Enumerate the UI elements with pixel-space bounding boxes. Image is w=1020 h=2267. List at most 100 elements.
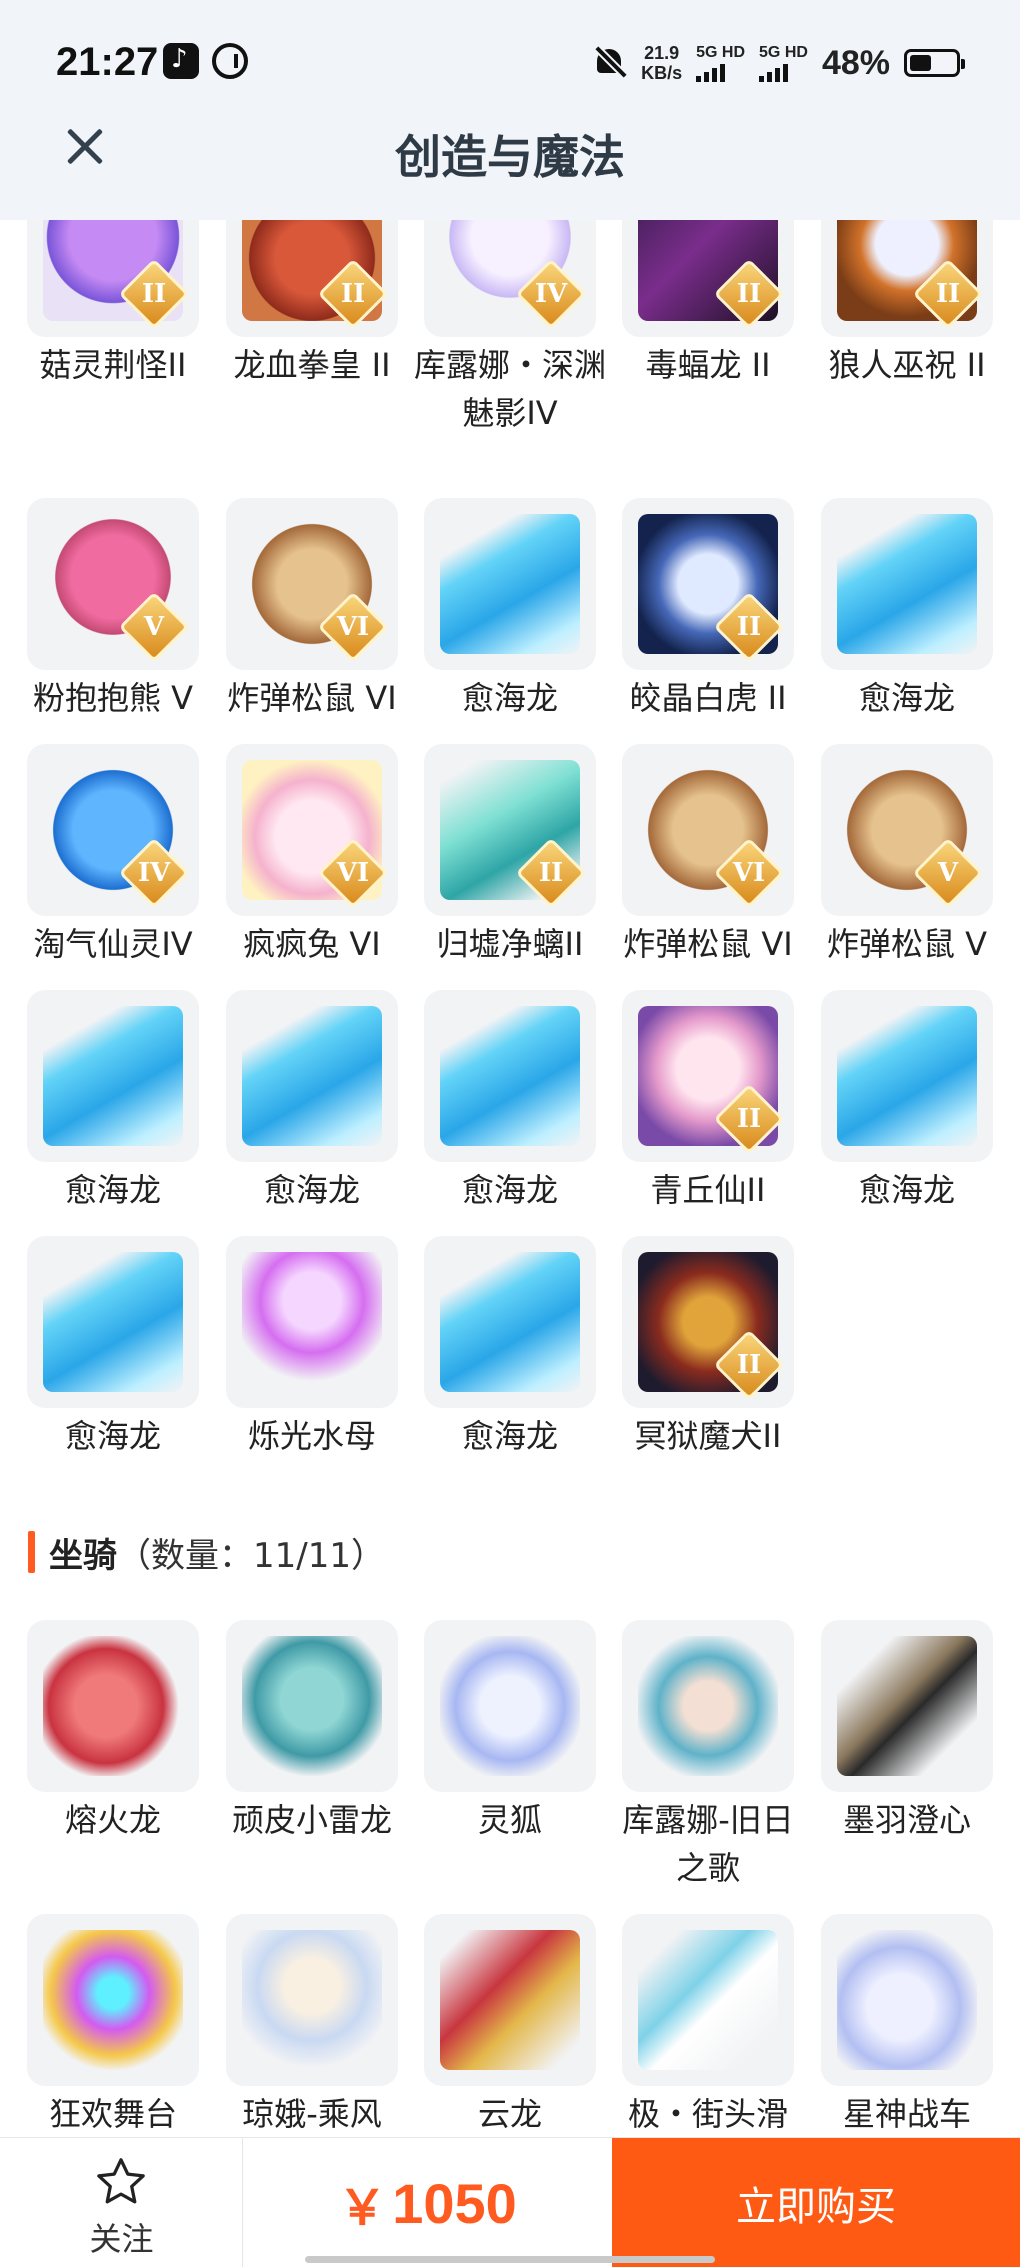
level-badge-text: VI bbox=[336, 858, 370, 888]
level-badge-text: II bbox=[736, 1104, 762, 1134]
item-thumbnail: IV bbox=[27, 744, 199, 916]
item-image bbox=[43, 1252, 183, 1392]
item-thumbnail: II bbox=[226, 220, 398, 337]
item-thumbnail: II bbox=[821, 220, 993, 337]
pet-item[interactable]: II 冥狱魔犬II bbox=[622, 1236, 794, 1460]
item-name: 愈海龙 bbox=[858, 679, 955, 717]
mount-item[interactable]: 顽皮小雷龙 bbox=[226, 1620, 398, 1844]
item-name: 愈海龙 bbox=[263, 1171, 360, 1209]
section-header-mounts: 坐骑 （数量：11/11） bbox=[28, 1530, 385, 1576]
currency-symbol: ￥ bbox=[338, 2182, 387, 2235]
item-image bbox=[440, 1006, 580, 1146]
item-thumbnail: II bbox=[622, 990, 794, 1162]
item-thumbnail bbox=[821, 990, 993, 1162]
item-name: 顽皮小雷龙 bbox=[231, 1801, 392, 1839]
net-speed: 21.9 KB/s bbox=[641, 43, 682, 83]
item-name: 库露娜-旧日之歌 bbox=[622, 1801, 794, 1887]
item-name: 星神战车 bbox=[842, 2095, 971, 2133]
mount-item[interactable]: 琼娥-乘风 bbox=[226, 1914, 398, 2137]
pet-item[interactable]: II 归墟净螭II bbox=[424, 744, 596, 968]
item-thumbnail bbox=[622, 1620, 794, 1792]
item-thumbnail bbox=[27, 990, 199, 1162]
pet-item[interactable]: 愈海龙 bbox=[424, 1236, 596, 1460]
level-badge-text: V bbox=[143, 612, 165, 642]
pet-item[interactable]: 愈海龙 bbox=[821, 990, 993, 1214]
signal-sim2: 5G HD bbox=[759, 44, 808, 82]
item-image bbox=[440, 514, 580, 654]
pet-item[interactable]: 烁光水母 bbox=[226, 1236, 398, 1460]
item-name: 菇灵荆怪II bbox=[39, 346, 187, 384]
item-image bbox=[242, 1930, 382, 2070]
tiktok-icon bbox=[163, 43, 199, 79]
item-image bbox=[242, 1006, 382, 1146]
level-badge-text: IV bbox=[534, 279, 568, 309]
section-accent-bar bbox=[28, 1531, 35, 1573]
pet-item[interactable]: VI 炸弹松鼠 VI bbox=[226, 498, 398, 722]
pet-item[interactable]: VI 疯疯兔 VI bbox=[226, 744, 398, 968]
item-name: 极・街头滑 bbox=[627, 2095, 788, 2133]
pet-item[interactable]: II 青丘仙II bbox=[622, 990, 794, 1214]
pet-item[interactable]: II 毒蝠龙 II bbox=[622, 220, 794, 389]
mount-item[interactable]: 熔火龙 bbox=[27, 1620, 199, 1844]
pet-item[interactable]: II 皎晶白虎 II bbox=[622, 498, 794, 722]
item-name: 愈海龙 bbox=[858, 1171, 955, 1209]
item-image bbox=[43, 1006, 183, 1146]
item-thumbnail: V bbox=[821, 744, 993, 916]
item-name: 炸弹松鼠 VI bbox=[227, 679, 397, 717]
item-name: 炸弹松鼠 V bbox=[826, 925, 988, 963]
mount-item[interactable]: 灵狐 bbox=[424, 1620, 596, 1844]
item-image bbox=[837, 1930, 977, 2070]
pet-item[interactable]: V 炸弹松鼠 V bbox=[821, 744, 993, 968]
pet-item[interactable]: II 龙血拳皇 II bbox=[226, 220, 398, 389]
item-thumbnail: V bbox=[27, 498, 199, 670]
item-thumbnail bbox=[27, 1914, 199, 2086]
pet-item[interactable]: 愈海龙 bbox=[424, 498, 596, 722]
item-image bbox=[837, 1006, 977, 1146]
pet-item[interactable]: 愈海龙 bbox=[27, 1236, 199, 1460]
mount-item[interactable]: 极・街头滑 bbox=[622, 1914, 794, 2137]
battery-icon bbox=[904, 49, 965, 77]
pet-item[interactable]: IV 淘气仙灵IV bbox=[27, 744, 199, 968]
follow-button[interactable]: 关注 bbox=[0, 2138, 243, 2267]
pet-item[interactable]: II 狼人巫祝 II bbox=[821, 220, 993, 389]
mount-item[interactable]: 云龙 bbox=[424, 1914, 596, 2137]
buy-now-button[interactable]: 立即购买 bbox=[612, 2138, 1020, 2267]
content-scroll[interactable]: II 菇灵荆怪II II 龙血拳皇 II IV 库露娜・深渊魅影IV II 毒蝠龙 II II 狼… bbox=[0, 220, 1020, 2137]
item-thumbnail bbox=[821, 1914, 993, 2086]
level-badge-text: II bbox=[736, 279, 762, 309]
mount-item[interactable]: 墨羽澄心 bbox=[821, 1620, 993, 1844]
signal-icon bbox=[759, 62, 789, 82]
pet-item[interactable]: 愈海龙 bbox=[424, 990, 596, 1214]
item-thumbnail: II bbox=[622, 220, 794, 337]
pet-item[interactable]: 愈海龙 bbox=[226, 990, 398, 1214]
item-name: 淘气仙灵IV bbox=[33, 925, 193, 963]
level-badge-text: II bbox=[538, 858, 564, 888]
follow-label: 关注 bbox=[89, 2220, 154, 2258]
mount-item[interactable]: 狂欢舞台 bbox=[27, 1914, 199, 2137]
pet-item[interactable]: IV 库露娜・深渊魅影IV bbox=[414, 220, 606, 437]
status-indicators: 21.9 KB/s 5G HD 5G HD 48% bbox=[593, 38, 965, 88]
item-name: 烁光水母 bbox=[247, 1417, 376, 1455]
pet-item[interactable]: 愈海龙 bbox=[821, 498, 993, 722]
item-name: 疯疯兔 VI bbox=[243, 925, 381, 963]
item-thumbnail: VI bbox=[622, 744, 794, 916]
item-name: 灵狐 bbox=[477, 1801, 542, 1839]
mount-item[interactable]: 星神战车 bbox=[821, 1914, 993, 2137]
item-image bbox=[638, 1636, 778, 1776]
item-image bbox=[837, 514, 977, 654]
pet-item[interactable]: V 粉抱抱熊 V bbox=[27, 498, 199, 722]
item-thumbnail bbox=[821, 1620, 993, 1792]
pet-item[interactable]: 愈海龙 bbox=[27, 990, 199, 1214]
pet-item[interactable]: VI 炸弹松鼠 VI bbox=[622, 744, 794, 968]
mount-item[interactable]: 库露娜-旧日之歌 bbox=[622, 1620, 794, 1892]
pet-item[interactable]: II 菇灵荆怪II bbox=[27, 220, 199, 389]
item-name: 冥狱魔犬II bbox=[634, 1417, 782, 1455]
level-badge-text: V bbox=[937, 858, 959, 888]
section-title: 坐骑 bbox=[49, 1535, 117, 1576]
level-badge-text: VI bbox=[336, 612, 370, 642]
item-thumbnail bbox=[226, 990, 398, 1162]
item-image bbox=[242, 1252, 382, 1392]
item-name: 炸弹松鼠 VI bbox=[623, 925, 793, 963]
signal-icon bbox=[696, 62, 726, 82]
item-thumbnail: II bbox=[424, 744, 596, 916]
